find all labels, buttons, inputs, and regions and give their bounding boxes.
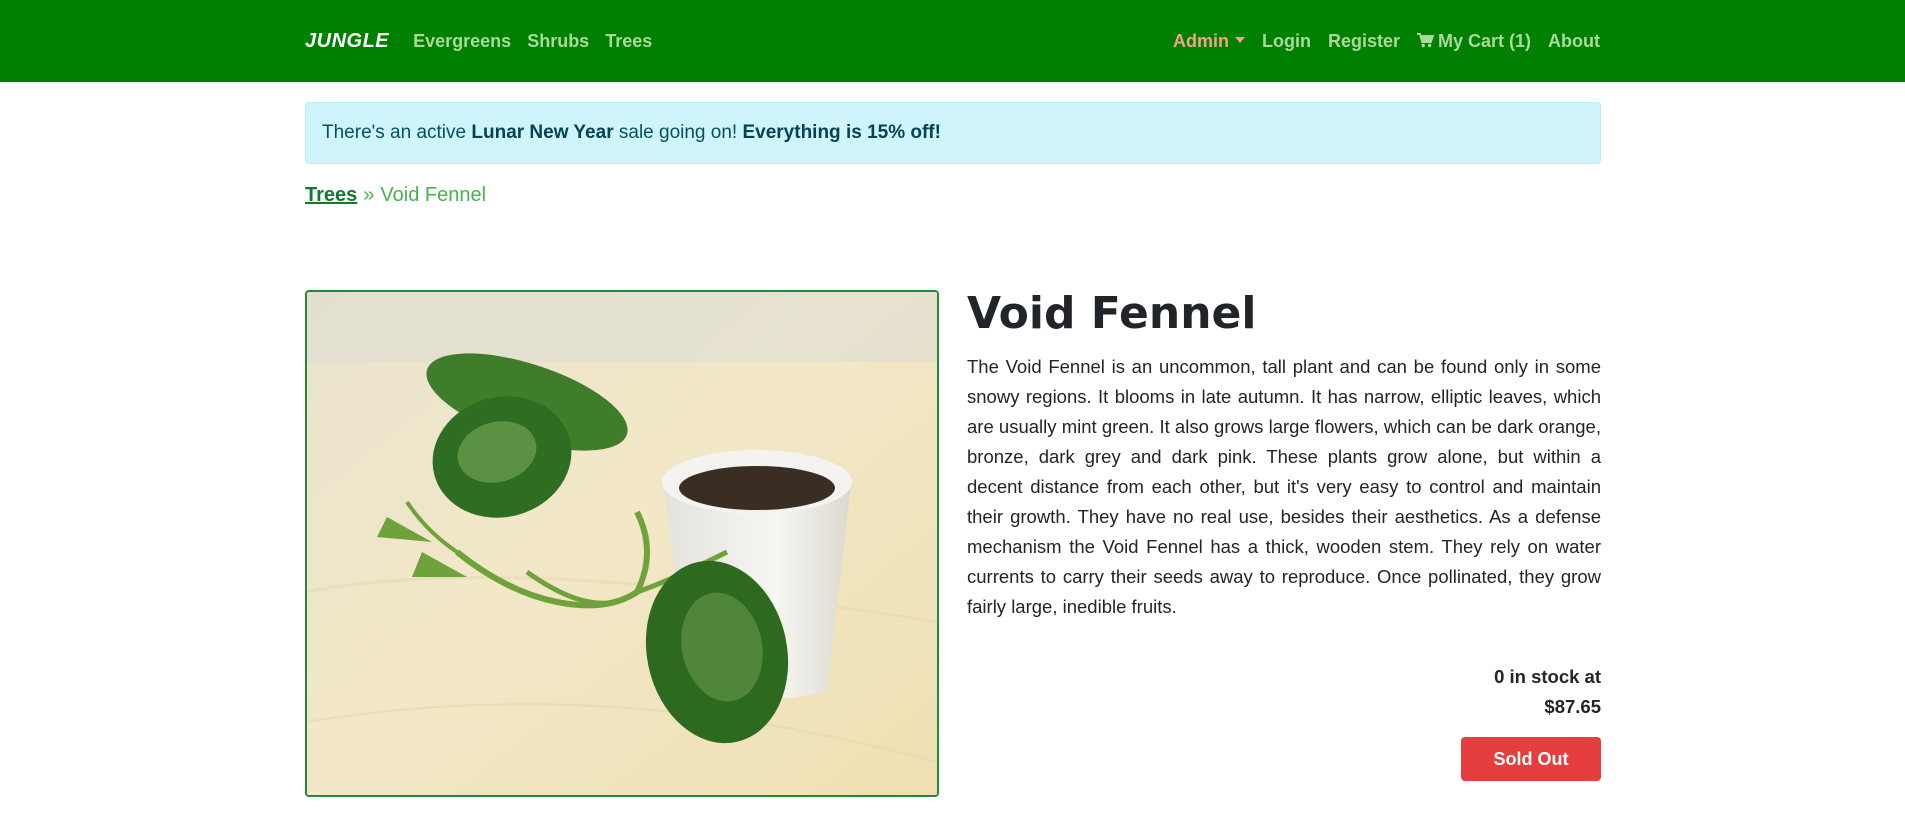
cart-label: My Cart (1) bbox=[1438, 30, 1532, 51]
product-title: Void Fennel bbox=[967, 288, 1257, 339]
alert-sale-name: Lunar New Year bbox=[471, 122, 614, 143]
caret-down-icon bbox=[1234, 36, 1245, 43]
sold-out-wrapper: Sold Out bbox=[967, 737, 1601, 781]
stock-count: 0 in stock at bbox=[1494, 666, 1601, 687]
alert-prefix: There's an active bbox=[322, 122, 472, 143]
product-image bbox=[305, 290, 939, 797]
nav-link-register[interactable]: Register bbox=[1328, 31, 1400, 52]
plant-photo-illustration bbox=[307, 292, 937, 795]
nav-link-shrubs[interactable]: Shrubs bbox=[527, 31, 589, 52]
alert-middle: sale going on! bbox=[613, 122, 743, 143]
admin-dropdown[interactable]: Admin bbox=[1173, 31, 1245, 52]
nav-link-evergreens[interactable]: Evergreens bbox=[413, 31, 511, 52]
nav-link-login[interactable]: Login bbox=[1262, 31, 1311, 52]
alert-text: There's an active Lunar New Year sale go… bbox=[322, 122, 941, 144]
navbar-inner: JUNGLE Evergreens Shrubs Trees Admin Log… bbox=[305, 0, 1600, 82]
admin-dropdown-label: Admin bbox=[1172, 30, 1229, 51]
navbar-left: JUNGLE Evergreens Shrubs Trees bbox=[305, 30, 668, 53]
alert-discount: Everything is 15% off! bbox=[742, 122, 941, 143]
sold-out-button[interactable]: Sold Out bbox=[1461, 737, 1601, 781]
product-details: Void Fennel The Void Fennel is an uncomm… bbox=[967, 290, 1601, 781]
breadcrumb-category-link[interactable]: Trees bbox=[305, 184, 357, 207]
nav-link-about[interactable]: About bbox=[1548, 31, 1600, 52]
shopping-cart-icon bbox=[1417, 32, 1435, 51]
navbar-right: Admin Login Register My Cart (1) About bbox=[1156, 31, 1600, 52]
product-price: $87.65 bbox=[1544, 696, 1601, 717]
breadcrumb: Trees » Void Fennel bbox=[305, 184, 1601, 207]
nav-link-cart[interactable]: My Cart (1) bbox=[1417, 31, 1531, 52]
brand-logo[interactable]: JUNGLE bbox=[305, 30, 389, 53]
sale-alert: There's an active Lunar New Year sale go… bbox=[305, 102, 1601, 164]
nav-link-trees[interactable]: Trees bbox=[605, 31, 652, 52]
breadcrumb-separator: » bbox=[363, 184, 375, 206]
top-navbar: JUNGLE Evergreens Shrubs Trees Admin Log… bbox=[0, 0, 1905, 82]
product-description: The Void Fennel is an uncommon, tall pla… bbox=[967, 356, 1601, 617]
stock-info: 0 in stock at $87.65 bbox=[967, 662, 1601, 722]
breadcrumb-current: Void Fennel bbox=[380, 184, 487, 206]
